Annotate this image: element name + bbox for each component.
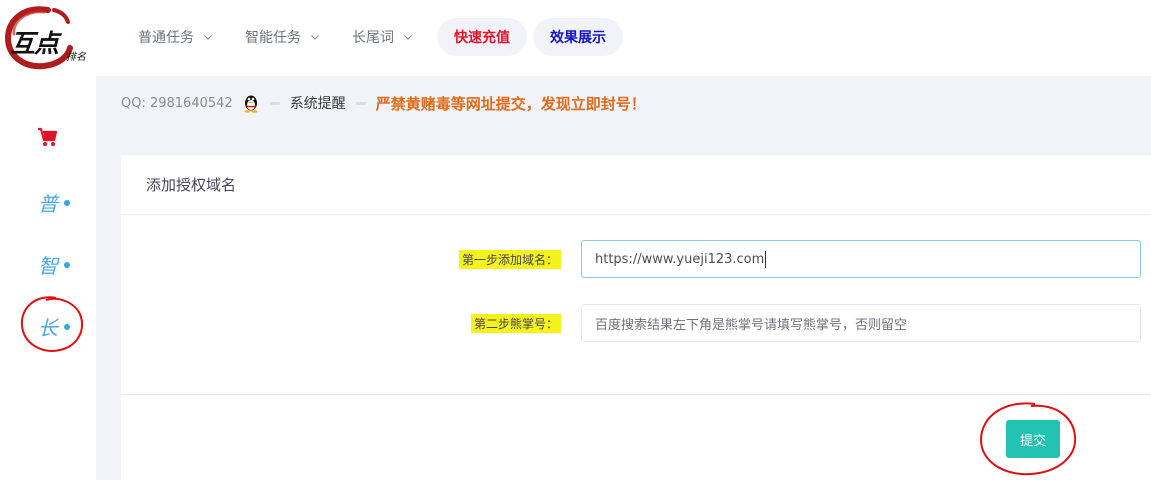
chevron-down-icon (311, 35, 319, 40)
sidebar-item-long-tail[interactable]: 长 (38, 312, 70, 341)
notice-text: 严禁黄赌毒等网址提交，发现立即封号！ (375, 94, 646, 113)
domain-input-value: https://www.yueji123.com (595, 251, 765, 267)
domain-label: 第一步添加域名： (458, 250, 561, 269)
notice-title: 系统提醒 (289, 96, 346, 112)
main-nav: 普通任务 智能任务 长尾词 快速充值 效果展示 (122, 17, 623, 57)
card-title: 添加授权域名 (121, 155, 1151, 215)
showcase-button[interactable]: 效果展示 (533, 18, 623, 56)
form-row-domain: 第一步添加域名： https://www.yueji123.com (121, 240, 1151, 278)
top-header: 互点 排名 普通任务 智能任务 长尾词 快速充值 效果展示 (0, 0, 1151, 76)
nav-item-label: 智能任务 (245, 30, 301, 46)
nav-item-label: 长尾词 (352, 30, 394, 46)
sidebar-dot (64, 199, 70, 206)
nav-item-smart-task[interactable]: 智能任务 (229, 17, 336, 57)
chevron-down-icon (404, 35, 412, 40)
logo-main-text: 互点 (10, 29, 59, 58)
app-root: 互点 排名 普通任务 智能任务 长尾词 快速充值 效果展示 普 智 长 QQ: … (0, 0, 1151, 480)
qq-penguin-icon (244, 95, 258, 113)
sidebar-dot (64, 261, 70, 268)
card-footer-divider (121, 394, 1151, 395)
nav-item-long-tail[interactable]: 长尾词 (336, 17, 429, 57)
sidebar-item-normal[interactable]: 普 (38, 188, 70, 217)
divider (269, 101, 280, 105)
nav-item-normal-task[interactable]: 普通任务 (122, 17, 229, 57)
xiongzhang-input[interactable]: 百度搜索结果左下角是熊掌号请填写熊掌号，否则留空 (581, 304, 1141, 342)
sidebar-item-label: 普 (38, 192, 58, 216)
xiongzhang-label: 第二步熊掌号： (470, 314, 561, 333)
logo-sub-text: 排名 (66, 52, 86, 63)
qq-number: QQ: 2981640542 (121, 95, 233, 111)
sidebar-dot (64, 323, 70, 330)
domain-form-card: 添加授权域名 第一步添加域名： https://www.yueji123.com… (121, 155, 1151, 480)
divider (355, 101, 366, 105)
sidebar-item-label: 长 (38, 316, 58, 340)
xiongzhang-placeholder: 百度搜索结果左下角是熊掌号请填写熊掌号，否则留空 (595, 317, 908, 333)
form-row-xiongzhang: 第二步熊掌号： 百度搜索结果左下角是熊掌号请填写熊掌号，否则留空 (121, 304, 1151, 342)
cart-icon[interactable] (36, 126, 58, 148)
sidebar-item-label: 智 (38, 254, 58, 278)
chevron-down-icon (204, 35, 212, 40)
notice-bar: QQ: 2981640542 系统提醒 严禁黄赌毒等网址提交，发现立即封号！ (96, 76, 1151, 130)
left-sidebar: 普 智 长 (0, 76, 96, 480)
sidebar-item-smart[interactable]: 智 (38, 250, 70, 279)
text-caret (765, 250, 767, 268)
nav-item-label: 普通任务 (138, 30, 194, 46)
logo[interactable]: 互点 排名 (4, 4, 94, 70)
domain-input[interactable]: https://www.yueji123.com (581, 240, 1141, 278)
recharge-button[interactable]: 快速充值 (437, 18, 527, 56)
submit-button[interactable]: 提交 (1006, 420, 1060, 458)
main-content: QQ: 2981640542 系统提醒 严禁黄赌毒等网址提交，发现立即封号！ 添… (96, 76, 1151, 480)
